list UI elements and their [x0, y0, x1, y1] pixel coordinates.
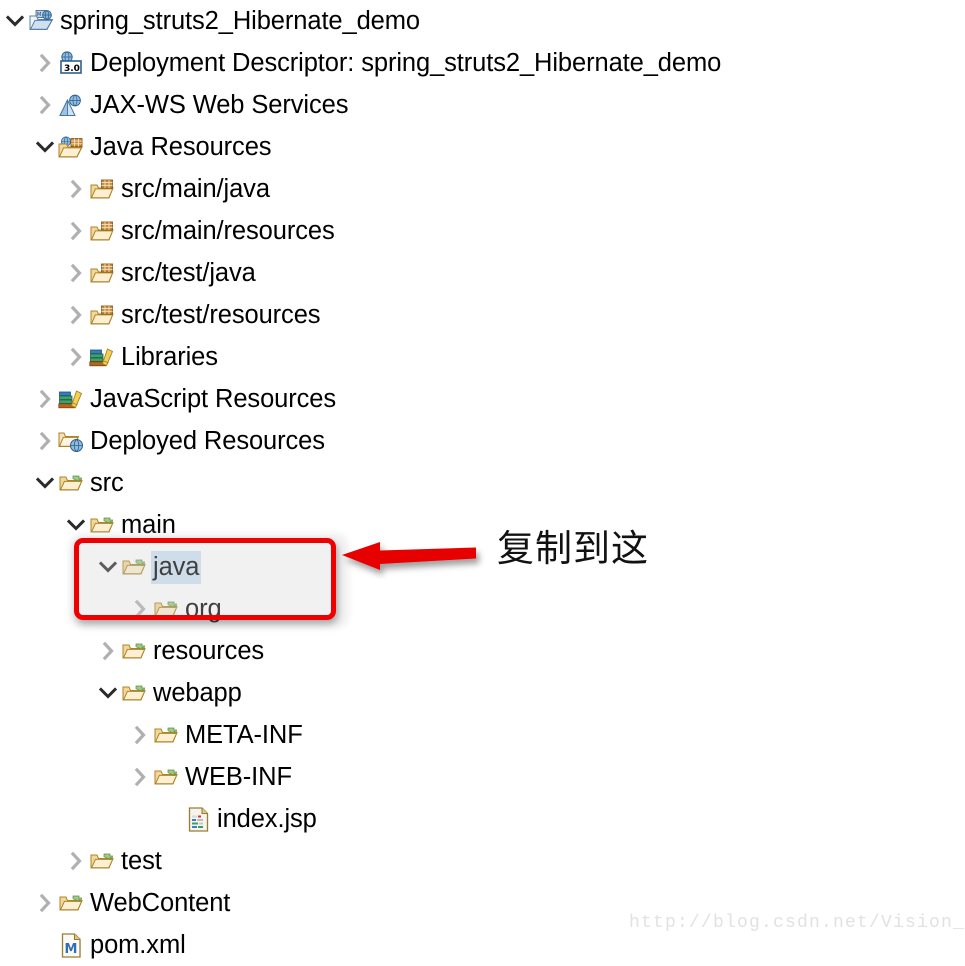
tree-row-label: src/test/resources [121, 300, 321, 329]
tree-row-label: resources [153, 636, 265, 665]
source-folder-icon [89, 218, 115, 244]
tree-row-label: src/test/java [121, 258, 256, 287]
chevron-down-icon[interactable] [2, 0, 28, 42]
tree-row-label: JAX-WS Web Services [90, 90, 349, 119]
tree-row[interactable]: main [0, 504, 965, 546]
tree-row-label: META-INF [185, 720, 303, 749]
tree-row-label: src/main/resources [121, 216, 335, 245]
twisty-placeholder [32, 924, 58, 966]
tree-row-label: index.jsp [217, 804, 317, 833]
tree-row-label: java [151, 550, 202, 584]
tree-row[interactable]: java [0, 546, 965, 588]
folder-icon [121, 680, 147, 706]
project-explorer-tree[interactable]: Mspring_struts2_Hibernate_demo 3.0 Deploym… [0, 0, 965, 966]
java-resources-icon [58, 134, 84, 160]
folder-icon [153, 596, 179, 622]
project-web-folder-icon: M [28, 8, 54, 34]
tree-row-label: Deployed Resources [90, 426, 325, 455]
tree-row-label: src [90, 468, 124, 497]
folder-icon [121, 638, 147, 664]
tree-row[interactable]: src/test/resources [0, 294, 965, 336]
tree-row-label: org [185, 594, 222, 623]
chevron-right-icon[interactable] [63, 210, 89, 252]
tree-row[interactable]: resources [0, 630, 965, 672]
folder-icon [58, 470, 84, 496]
jaxws-web-services-icon [58, 92, 84, 118]
tree-row[interactable]: src/main/resources [0, 210, 965, 252]
deployed-resources-icon [58, 428, 84, 454]
tree-row[interactable]: WEB-INF [0, 756, 965, 798]
tree-row[interactable]: src/main/java [0, 168, 965, 210]
twisty-placeholder [159, 798, 185, 840]
tree-row-label: pom.xml [90, 930, 186, 959]
folder-icon [153, 722, 179, 748]
tree-row-label: Libraries [121, 342, 218, 371]
chevron-right-icon[interactable] [63, 840, 89, 882]
chevron-right-icon[interactable] [95, 630, 121, 672]
chevron-right-icon[interactable] [32, 420, 58, 462]
svg-text:M: M [37, 12, 41, 18]
deployment-descriptor-icon: 3.0 [58, 50, 84, 76]
tree-row[interactable]: Java Resources [0, 126, 965, 168]
svg-text:M: M [64, 942, 77, 957]
source-folder-icon [89, 260, 115, 286]
chevron-down-icon[interactable] [63, 504, 89, 546]
tree-row[interactable]: index.jsp [0, 798, 965, 840]
maven-pom-file-icon: M [58, 932, 84, 958]
tree-row-label: main [121, 510, 176, 539]
watermark-text: http://blog.csdn.net/Vision_Tung [629, 913, 965, 933]
chevron-down-icon[interactable] [32, 126, 58, 168]
libraries-icon [58, 386, 84, 412]
tree-row-label: WebContent [90, 888, 231, 917]
chevron-right-icon[interactable] [32, 84, 58, 126]
chevron-right-icon[interactable] [127, 714, 153, 756]
tree-row[interactable]: org [0, 588, 965, 630]
tree-row[interactable]: JavaScript Resources [0, 378, 965, 420]
tree-row[interactable]: Libraries [0, 336, 965, 378]
source-folder-icon [89, 302, 115, 328]
svg-text:3.0: 3.0 [64, 64, 80, 74]
tree-row-label: test [121, 846, 162, 875]
tree-row-label: Java Resources [90, 132, 272, 161]
folder-icon [153, 764, 179, 790]
tree-row-label: JavaScript Resources [90, 384, 337, 413]
tree-row[interactable]: src/test/java [0, 252, 965, 294]
tree-row[interactable]: src [0, 462, 965, 504]
tree-row[interactable]: test [0, 840, 965, 882]
chevron-right-icon[interactable] [63, 252, 89, 294]
chevron-right-icon[interactable] [63, 294, 89, 336]
tree-row[interactable]: webapp [0, 672, 965, 714]
tree-row-label: src/main/java [121, 174, 270, 203]
folder-icon [89, 848, 115, 874]
folder-icon [121, 554, 147, 580]
chevron-right-icon[interactable] [63, 336, 89, 378]
chevron-right-icon[interactable] [127, 756, 153, 798]
tree-row[interactable]: Mspring_struts2_Hibernate_demo [0, 0, 965, 42]
tree-row[interactable]: JAX-WS Web Services [0, 84, 965, 126]
tree-row-label: WEB-INF [185, 762, 292, 791]
folder-icon [89, 512, 115, 538]
tree-row-label: Deployment Descriptor: spring_struts2_Hi… [90, 48, 722, 77]
chevron-right-icon[interactable] [32, 378, 58, 420]
chevron-right-icon[interactable] [63, 168, 89, 210]
tree-row-label: spring_struts2_Hibernate_demo [60, 6, 420, 35]
tree-row[interactable]: 3.0 Deployment Descriptor: spring_struts2… [0, 42, 965, 84]
tree-row[interactable]: META-INF [0, 714, 965, 756]
chevron-right-icon[interactable] [32, 882, 58, 924]
source-folder-icon [89, 176, 115, 202]
chevron-down-icon[interactable] [95, 672, 121, 714]
chevron-right-icon[interactable] [32, 42, 58, 84]
chevron-down-icon[interactable] [32, 462, 58, 504]
jsp-file-icon [185, 806, 211, 832]
tree-row[interactable]: Deployed Resources [0, 420, 965, 462]
annotation-text: 复制到这 [497, 527, 649, 570]
libraries-icon [89, 344, 115, 370]
chevron-down-icon[interactable] [95, 546, 121, 588]
tree-row-label: webapp [153, 678, 242, 707]
folder-icon [58, 890, 84, 916]
chevron-right-icon[interactable] [127, 588, 153, 630]
